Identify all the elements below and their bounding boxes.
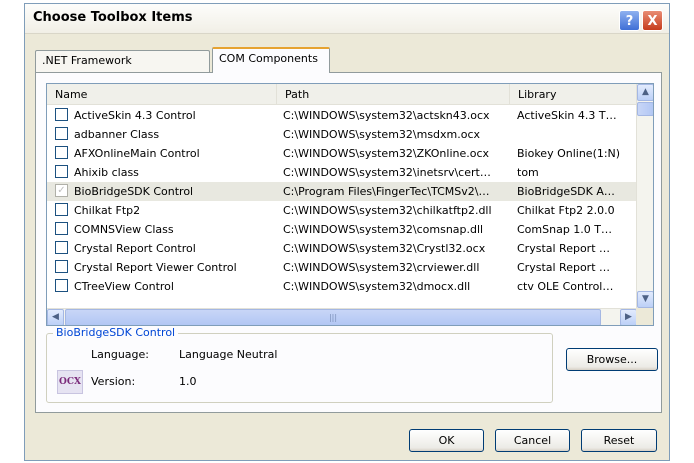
list-row[interactable]: COMNSView Class C:\WINDOWS\system32\coms… (47, 220, 637, 239)
row-name: adbanner Class (74, 128, 160, 141)
row-checkbox[interactable] (55, 241, 68, 254)
list-row[interactable]: adbanner Class C:\WINDOWS\system32\msdxm… (47, 125, 637, 144)
help-button[interactable]: ? (619, 10, 640, 31)
row-name: Crystal Report Control (74, 242, 196, 255)
row-library: Chilkat Ftp2 2.0.0 (517, 204, 615, 217)
column-header-library[interactable]: Library (510, 84, 637, 105)
ok-button[interactable]: OK (409, 429, 484, 452)
reset-button[interactable]: Reset (581, 429, 657, 452)
row-name: AFXOnlineMain Control (74, 147, 200, 160)
row-library: Biokey Online(1:N) (517, 147, 621, 160)
row-path: C:\WINDOWS\system32\crviewer.dll (283, 261, 480, 274)
ocx-icon: OCX (57, 370, 83, 394)
row-checkbox[interactable] (55, 146, 68, 159)
details-group-title: BioBridgeSDK Control (53, 326, 179, 339)
row-name: ActiveSkin 4.3 Control (74, 109, 196, 122)
row-library: ComSnap 1.0 T… (517, 223, 613, 236)
list-header: Name Path Library (47, 84, 637, 105)
row-checkbox[interactable] (55, 165, 68, 178)
version-label: Version: (91, 375, 136, 388)
row-path: C:\WINDOWS\system32\dmocx.dll (283, 280, 471, 293)
row-path: C:\WINDOWS\system32\chilkatftp2.dll (283, 204, 492, 217)
column-header-name[interactable]: Name (47, 84, 277, 105)
scroll-left-icon[interactable]: ◀ (47, 309, 64, 325)
column-header-path[interactable]: Path (277, 84, 510, 105)
tab-net-framework-components[interactable]: .NET Framework Components (35, 50, 210, 87)
row-path: C:\WINDOWS\system32\Crystl32.ocx (283, 242, 486, 255)
row-checkbox-checked[interactable]: ✓ (55, 184, 68, 197)
row-name: COMNSView Class (74, 223, 174, 236)
scrollbar-corner (636, 308, 653, 325)
row-library (517, 125, 637, 144)
row-library: Crystal Report … (517, 242, 611, 255)
scroll-down-icon[interactable]: ▼ (637, 291, 653, 308)
row-path: C:\WINDOWS\system32\actskn43.ocx (283, 109, 490, 122)
row-path: C:\WINDOWS\system32\comsnap.dll (283, 223, 484, 236)
tab-com-components[interactable]: COM Components (212, 47, 330, 73)
list-row[interactable]: Chilkat Ftp2 C:\WINDOWS\system32\chilkat… (47, 201, 637, 220)
language-label: Language: (91, 348, 149, 361)
scroll-right-icon[interactable]: ▶ (620, 309, 637, 325)
row-name: Ahixib class (74, 166, 139, 179)
list-row[interactable]: AFXOnlineMain Control C:\WINDOWS\system3… (47, 144, 637, 163)
row-checkbox[interactable] (55, 279, 68, 292)
list-row[interactable]: CTreeView Control C:\WINDOWS\system32\dm… (47, 277, 637, 296)
close-button[interactable]: X (642, 10, 663, 31)
horizontal-scroll-thumb[interactable]: ||| (65, 309, 601, 325)
row-name: BioBridgeSDK Control (74, 185, 194, 198)
component-details-group: BioBridgeSDK Control OCX Language: Langu… (46, 326, 553, 403)
version-value: 1.0 (179, 375, 197, 388)
row-name: Crystal Report Viewer Control (74, 261, 237, 274)
row-library: tom (517, 166, 539, 179)
scroll-up-icon[interactable]: ▲ (637, 84, 653, 101)
row-path: C:\Program Files\FingerTec\TCMSv2\… (283, 185, 490, 198)
row-checkbox[interactable] (55, 260, 68, 273)
window-title: Choose Toolbox Items (33, 10, 193, 25)
list-row[interactable]: Crystal Report Viewer Control C:\WINDOWS… (47, 258, 637, 277)
row-library: Crystal Report … (517, 261, 611, 274)
list-row[interactable]: Crystal Report Control C:\WINDOWS\system… (47, 239, 637, 258)
vertical-scroll-thumb[interactable] (637, 102, 653, 116)
cancel-button[interactable]: Cancel (495, 429, 570, 452)
list-row[interactable]: ActiveSkin 4.3 Control C:\WINDOWS\system… (47, 106, 637, 125)
vertical-scrollbar[interactable]: ▲ ▼ (636, 84, 653, 308)
row-checkbox[interactable] (55, 127, 68, 140)
components-list[interactable]: Name Path Library ActiveSkin 4.3 Control… (46, 83, 654, 326)
horizontal-scrollbar[interactable]: ◀ ||| ▶ (47, 308, 637, 325)
title-bar: Choose Toolbox Items ? X (25, 4, 669, 34)
row-path: C:\WINDOWS\system32\msdxm.ocx (283, 128, 481, 141)
list-rows: ActiveSkin 4.3 Control C:\WINDOWS\system… (47, 106, 637, 296)
list-row[interactable]: Ahixib class C:\WINDOWS\system32\inetsrv… (47, 163, 637, 182)
row-library: BioBridgeSDK A… (517, 185, 615, 198)
language-value: Language Neutral (179, 348, 278, 361)
row-checkbox[interactable] (55, 108, 68, 121)
row-checkbox[interactable] (55, 203, 68, 216)
row-name: CTreeView Control (74, 280, 174, 293)
row-checkbox[interactable] (55, 222, 68, 235)
row-path: C:\WINDOWS\system32\inetsrv\cert… (283, 166, 491, 179)
row-library: ctv OLE Control… (517, 280, 614, 293)
browse-button[interactable]: Browse... (566, 348, 658, 371)
row-path: C:\WINDOWS\system32\ZKOnline.ocx (283, 147, 490, 160)
row-library: ActiveSkin 4.3 T… (517, 109, 617, 122)
row-name: Chilkat Ftp2 (74, 204, 141, 217)
list-row-selected[interactable]: ✓ BioBridgeSDK Control C:\Program Files\… (47, 182, 637, 201)
choose-toolbox-items-dialog: Choose Toolbox Items ? X .NET Framework … (24, 3, 670, 461)
